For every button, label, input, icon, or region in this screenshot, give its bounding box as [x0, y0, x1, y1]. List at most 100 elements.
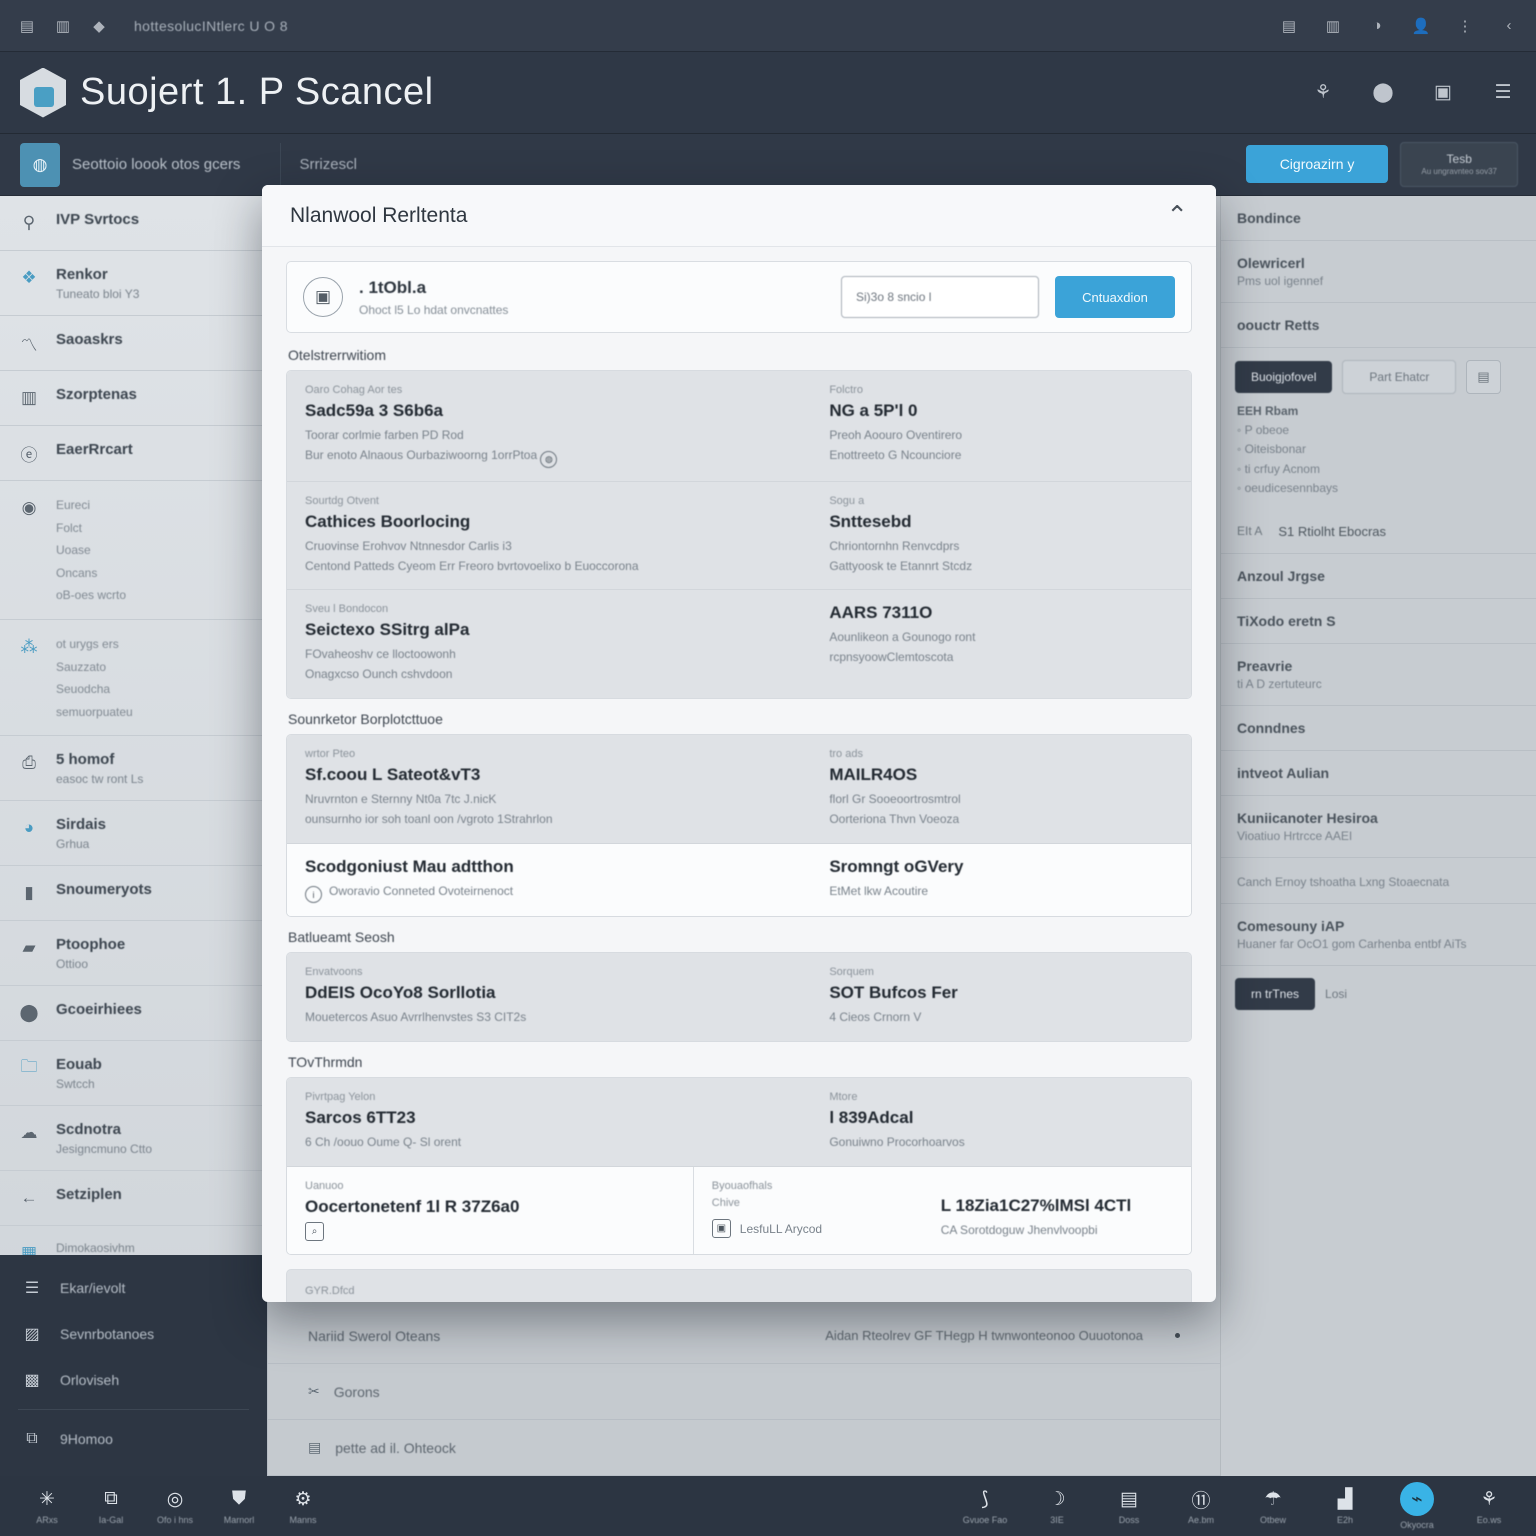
panel-icon[interactable]: ▤ — [1278, 15, 1300, 37]
right-panel-row2-5[interactable]: Kuniicanoter Hesiroa Vioatiuo Hrtrcce AAE… — [1221, 796, 1536, 858]
rp-list-item-1[interactable]: ◦ Oiteisbonar — [1237, 440, 1520, 459]
info-icon[interactable]: ⋮ — [1454, 15, 1476, 37]
right-panel-row2-2[interactable]: Preavrie ti A D zertuteurc — [1221, 644, 1536, 706]
chevron-left-icon[interactable]: ‹ — [1498, 15, 1520, 37]
sidebar-item-eouab[interactable]: 🗀 Eouab Swtcch — [0, 1041, 267, 1107]
right-panel-row2-6[interactable]: Canch Ernoy tshoatha Lxng Stoaecnata — [1221, 858, 1536, 904]
chevron-up-icon[interactable]: ⌃ — [1166, 200, 1188, 231]
plant-icon: ⚘ — [1480, 1488, 1498, 1510]
columns-icon[interactable]: ▥ — [1322, 15, 1344, 37]
split-row[interactable]: Uanuoo Oocertonetenf 1l R 37Z6a0 ⌕ Byouaofh… — [287, 1166, 1191, 1255]
detail-row[interactable]: Sourtdg Otvent Cathices Boorlocing Cruovin… — [287, 481, 1191, 591]
detail-value: Snttesebd — [829, 511, 912, 531]
dock-item-eo-ws[interactable]: ⚘ Eo.ws — [1460, 1487, 1518, 1526]
right-panel-row-2[interactable]: oouctr Retts — [1221, 303, 1536, 348]
sidebar-dark-item-1[interactable]: ▨ Sevnrbotanoes — [0, 1311, 267, 1357]
content-row-2[interactable]: ▤ pette ad il. Ohteock — [268, 1420, 1220, 1476]
dock-item-manns[interactable]: ⚙ Manns — [274, 1487, 332, 1526]
frame-icon[interactable]: ▣ — [1430, 80, 1456, 106]
detail-row[interactable]: Pivrtpag Yelon Sarcos 6TT23 6 Ch /oouo Oum… — [287, 1078, 1191, 1167]
right-panel-row2-1[interactable]: TiXodo eretn S — [1221, 599, 1536, 644]
detail-row[interactable]: Oaro Cohag Aor tes Sadc59a 3 S6b6a Toorar … — [287, 371, 1191, 482]
sidebar-back-item[interactable]: ← Setziplen — [0, 1171, 267, 1227]
umbrella-icon: ☂ — [1264, 1488, 1282, 1510]
user-icon[interactable]: 👤 — [1410, 15, 1432, 37]
right-panel-row2-7[interactable]: Comesouny iAP Huaner far OcO1 gom Carhenb… — [1221, 904, 1536, 966]
dock-item-okyocra[interactable]: ⌁ Okyocra — [1388, 1482, 1446, 1530]
sidebar-item-renkor[interactable]: ❖ Renkor Tuneato bloi Y3 — [0, 251, 267, 316]
sidebar-item-ivp-svrtocs[interactable]: ⚲ IVP Svrtocs — [0, 196, 267, 251]
search-icon[interactable]: ⌕ — [305, 1222, 324, 1242]
dock-item-ae-bm[interactable]: ⑪ Ae.bm — [1172, 1487, 1230, 1526]
dock-item-doss[interactable]: ▤ Doss — [1100, 1487, 1158, 1526]
dock-item-gvuoe-fao[interactable]: ⟆ Gvuoe Fao — [956, 1487, 1014, 1526]
right-panel-row-0[interactable]: Bondince — [1221, 196, 1536, 241]
rp-footer-button[interactable]: rn trTnes — [1235, 977, 1316, 1010]
dock-item-marnorl[interactable]: ⛊ Marnorl — [210, 1487, 268, 1525]
window-titlebar: ▤ ▥ ◆ hottesolucINtlerc U O 8 ▤ ▥ ◑ 👤 ⋮ … — [0, 0, 1536, 52]
sidebar-item-sirdais[interactable]: ◕ Sirdais Grhua — [0, 801, 267, 867]
headset-icon[interactable]: ◑ — [1366, 15, 1388, 37]
sidebar-dark-item-3[interactable]: ⧉ 9Homoo — [0, 1416, 267, 1462]
sidebar-item-saoaskrs[interactable]: 〽 Saoaskrs — [0, 316, 267, 371]
dock-item-e2h[interactable]: ▟ E2h — [1316, 1487, 1374, 1526]
sidebar-extra-block[interactable]: ⁂ ot urygs ers Sauzzato Seuodcha semuorpuate… — [0, 620, 267, 737]
hero-action-button[interactable]: Cntuaxdion — [1055, 276, 1175, 318]
sidebar-item-scdnotra[interactable]: ☁ Scdnotra Jesigncmuno Ctto — [0, 1106, 267, 1172]
rp-row-title: intveot Aulian — [1237, 764, 1330, 781]
asterisk-icon: ✳ — [39, 1488, 55, 1510]
layers-icon[interactable]: ▥ — [52, 15, 74, 37]
rp-list-item-3[interactable]: ◦ oeudicesennbays — [1237, 479, 1520, 498]
window-icon[interactable]: ▤ — [16, 15, 38, 37]
dock-item-ia-gal[interactable]: ⧉ Ia-Gal — [82, 1487, 140, 1525]
card-icon[interactable]: ▤ — [1466, 360, 1501, 394]
sidebar-dark-item-0[interactable]: ☰ Ekar/ievolt — [0, 1265, 267, 1311]
sidebar-dark-item-2[interactable]: ▩ Orloviseh — [0, 1357, 267, 1403]
sidebar-report-block[interactable]: ◉ Eureci Folct Uoase Oncans oB-oes wcrto — [0, 481, 267, 620]
rp-list-item-0[interactable]: ◦ P obeoe — [1237, 421, 1520, 440]
rp-primary-button[interactable]: Buoigjofovel — [1235, 361, 1333, 393]
dock-item-otbew[interactable]: ☂ Otbew — [1244, 1487, 1302, 1526]
menu-icon[interactable]: ☰ — [1490, 80, 1516, 106]
toolbar-tab-primary[interactable]: ◍ Seottoio loook otos gcers — [14, 134, 262, 196]
right-panel-bottom: Anzoul Jrgse TiXodo eretn S Preavrie ti A D… — [1221, 554, 1536, 966]
sidebar-item-snoumeryots[interactable]: ▮ Snoumeryots — [0, 866, 267, 922]
dock-item-arxs[interactable]: ✳ ARxs — [18, 1487, 76, 1526]
detail-row[interactable]: Sveu l Bondocon Seictexo SSitrg alPa FOvah… — [287, 590, 1191, 698]
dock-item-3ie[interactable]: ☽ 3IE — [1028, 1487, 1086, 1526]
right-panel-row2-0[interactable]: Anzoul Jrgse — [1221, 554, 1536, 599]
dock-item-ofo-i-hns[interactable]: ◎ Ofo i hns — [146, 1487, 204, 1526]
detail-row[interactable]: Envatvoons DdEIS OcoYo8 Sorllotia Moueterc… — [287, 953, 1191, 1042]
list-icon: ☰ — [24, 1280, 40, 1297]
sidebar-item-gcoeirhiees[interactable]: ⬤ Gcoeirhiees — [0, 986, 267, 1042]
right-panel-row2-4[interactable]: intveot Aulian — [1221, 751, 1536, 796]
right-panel-row-1[interactable]: Olewricerl Pms uol igennef — [1221, 241, 1536, 303]
sidebar-item-ptoophoe[interactable]: ▰ Ptoophoe Ottioo — [0, 921, 267, 987]
detail-row[interactable]: Scodgoniust Mau adtthon i Oworavio Connete… — [287, 843, 1191, 917]
content-row-0[interactable]: Nariid Swerol Oteans Aidan Rteolrev GF TH… — [268, 1308, 1220, 1364]
shield-icon[interactable]: ⬤ — [1370, 80, 1396, 106]
diamond-icon[interactable]: ◆ — [88, 15, 110, 37]
hero-text: . 1tObl.a Ohoct l5 Lo hdat onvcnattes — [359, 278, 508, 317]
detail-row[interactable]: wrtor Pteo Sf.coou L Sateot&vT3 Nruvrnton … — [287, 734, 1191, 844]
content-row-1[interactable]: ✂ Gorons — [268, 1364, 1220, 1420]
sidebar-item-sublabel: Jesigncmuno Ctto — [56, 1142, 153, 1157]
secondary-action-button[interactable]: Tesb Au ungravnteo sov37 — [1400, 142, 1518, 187]
share-icon[interactable]: ⚘ — [1310, 80, 1336, 106]
rp-secondary-button[interactable]: Part Ehatcr — [1342, 360, 1457, 394]
rp-list-item-2[interactable]: ◦ ti crfuy Acnom — [1237, 460, 1520, 479]
sidebar-dark-label: Orloviseh — [60, 1372, 120, 1388]
sidebar-item-5-homof[interactable]: ⎙ 5 homof easoc tw ront Ls — [0, 736, 267, 802]
detail-desc-2: ounsurnho ior soh toanl oon /vgroto 1Str… — [305, 811, 553, 826]
antenna-icon: ⚲ — [22, 213, 36, 232]
sidebar-item-eaerrrcart[interactable]: ⓔ EaerRrcart — [0, 426, 267, 481]
detail-key: Mtore — [829, 1091, 858, 1104]
sidebar-item-szorptenas[interactable]: ▥ Szorptenas — [0, 371, 267, 426]
toolbar-tab-secondary[interactable]: Srrizescl — [299, 156, 357, 173]
detail-cell-left: wrtor Pteo Sf.coou L Sateot&vT3 Nruvrnton … — [287, 735, 811, 843]
hero-input[interactable]: Si)3o 8 sncio l — [841, 276, 1039, 318]
right-panel-row2-3[interactable]: Conndnes — [1221, 706, 1536, 751]
detail-cell-left: Scodgoniust Mau adtthon i Oworavio Connete… — [287, 844, 811, 917]
detail-value: Cathices Boorlocing — [305, 511, 471, 531]
primary-action-button[interactable]: Cigroazirn y — [1245, 145, 1389, 184]
